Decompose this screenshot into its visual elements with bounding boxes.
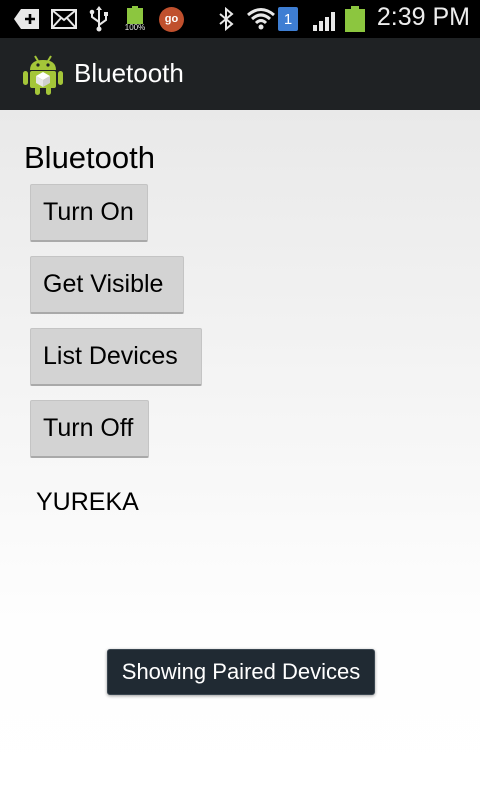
- toast-message: Showing Paired Devices: [107, 649, 375, 695]
- get-visible-button[interactable]: Get Visible: [30, 256, 184, 314]
- signal-icon: [312, 6, 340, 32]
- go-badge: go: [159, 6, 184, 32]
- main-content: Bluetooth Turn On Get Visible List Devic…: [0, 110, 480, 800]
- list-devices-button[interactable]: List Devices: [30, 328, 202, 386]
- battery-100-icon: 100%: [120, 6, 150, 32]
- status-time: 2:39 PM: [376, 3, 470, 31]
- turn-off-button[interactable]: Turn Off: [30, 400, 149, 458]
- battery-percent-label: 100%: [124, 23, 146, 32]
- app-title: Bluetooth: [74, 58, 184, 88]
- go-app-icon: go: [158, 6, 185, 32]
- status-bar: 100% go 1 2:39 PM: [0, 0, 480, 38]
- mail-icon: [51, 6, 77, 32]
- add-icon: [13, 6, 41, 32]
- sim-badge: 1: [278, 7, 298, 31]
- android-app-icon[interactable]: [22, 52, 64, 96]
- usb-icon: [88, 6, 110, 32]
- battery-icon: [344, 6, 366, 32]
- page-heading: Bluetooth: [24, 140, 155, 175]
- turn-on-button[interactable]: Turn On: [30, 184, 148, 242]
- bluetooth-icon: [216, 6, 236, 32]
- sim-1-icon: 1: [278, 6, 298, 32]
- wifi-icon: [246, 6, 276, 32]
- action-bar: Bluetooth: [0, 38, 480, 110]
- paired-device-item[interactable]: YUREKA: [36, 488, 139, 517]
